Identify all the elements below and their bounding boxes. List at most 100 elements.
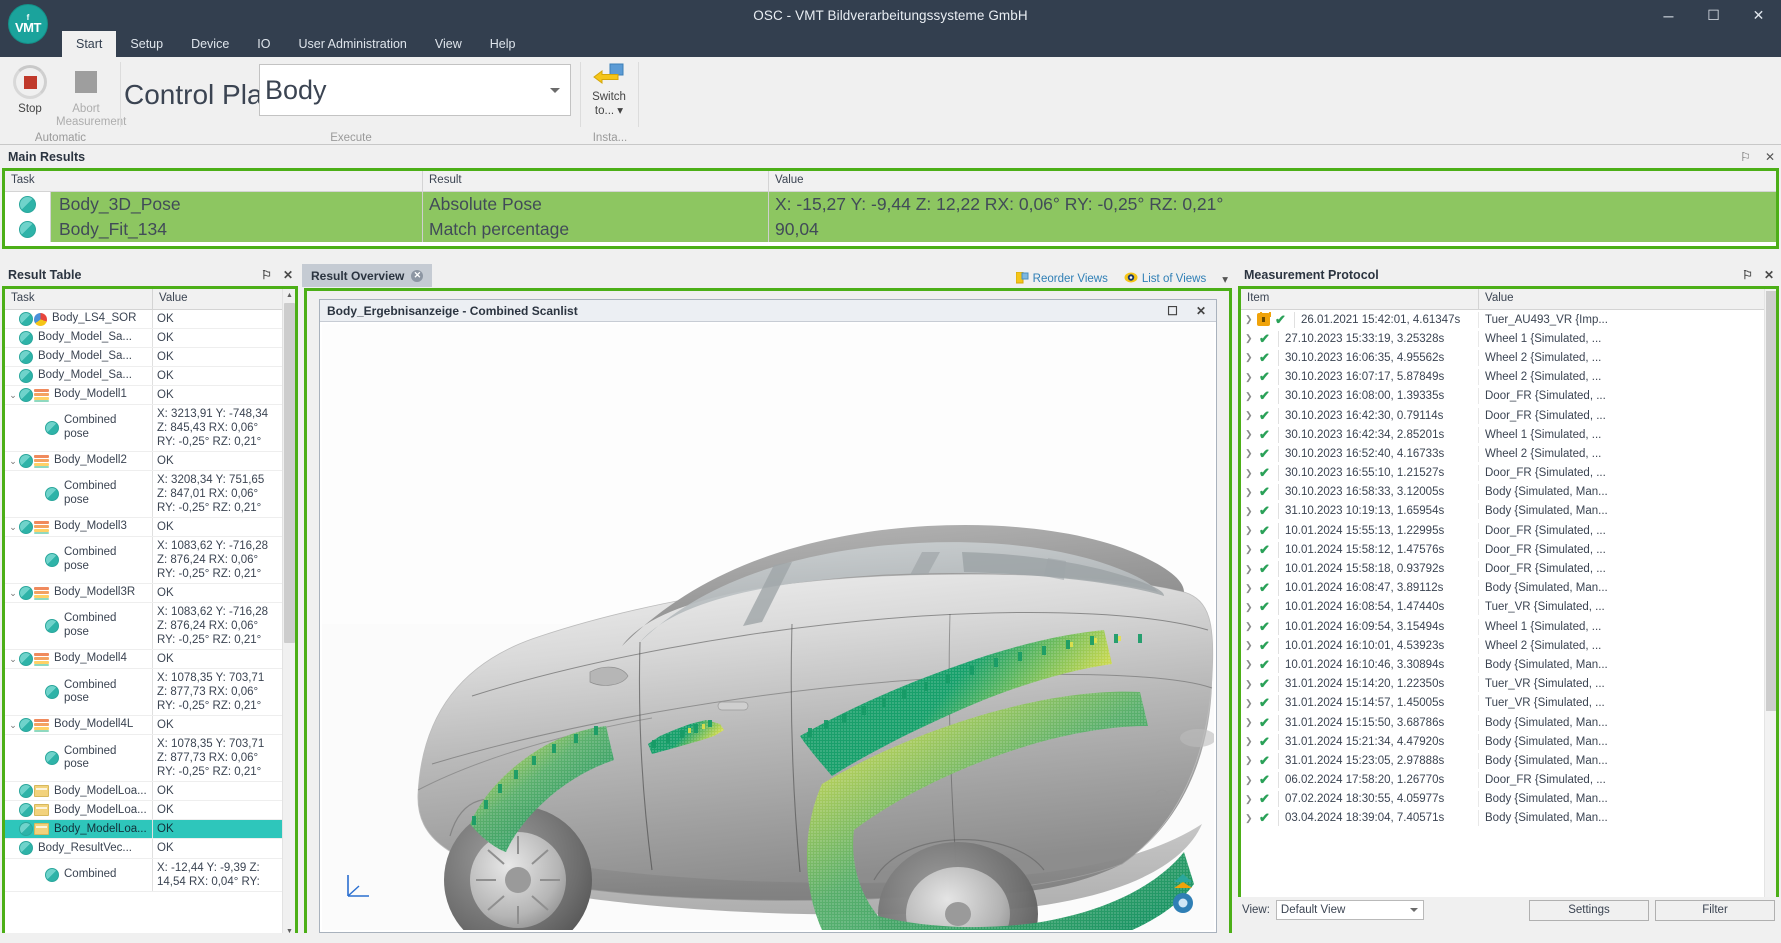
- table-row[interactable]: ⌄Body_Modell3ROK⚐: [5, 584, 295, 603]
- expand-chevron-icon[interactable]: ❯: [1245, 813, 1254, 824]
- expand-chevron-icon[interactable]: ❯: [1245, 314, 1254, 325]
- tab-device[interactable]: Device: [177, 31, 243, 57]
- table-row[interactable]: CombinedX: -12,44 Y: -9,39 Z: 14,54 RX: …: [5, 859, 295, 892]
- table-row[interactable]: Body_Model_Sa...OK⚐: [5, 329, 295, 348]
- expand-chevron-icon[interactable]: ❯: [1245, 640, 1254, 651]
- table-row[interactable]: ❯✔06.02.2024 17:58:20, 1.26770sDoor_FR {…: [1241, 771, 1776, 790]
- table-row[interactable]: ⌄Body_Modell1OK⚐: [5, 386, 295, 405]
- table-row[interactable]: ❯✔30.10.2023 16:08:00, 1.39335sDoor_FR {…: [1241, 387, 1776, 406]
- table-row[interactable]: ❯✔10.01.2024 15:58:12, 1.47576sDoor_FR {…: [1241, 540, 1776, 559]
- expand-chevron-icon[interactable]: ⌄: [7, 456, 19, 467]
- table-row[interactable]: ❯✔03.04.2024 18:39:04, 7.40571sBody {Sim…: [1241, 809, 1776, 828]
- close-icon[interactable]: ✕: [283, 268, 293, 282]
- table-row[interactable]: ❯✔30.10.2023 16:58:33, 3.12005sBody {Sim…: [1241, 483, 1776, 502]
- expand-chevron-icon[interactable]: ❯: [1245, 564, 1254, 575]
- table-row[interactable]: ❯✔31.01.2024 15:14:20, 1.22350sTuer_VR {…: [1241, 675, 1776, 694]
- table-row[interactable]: ⌄Body_Modell2OK⚐: [5, 452, 295, 471]
- column-header-item[interactable]: Item: [1241, 289, 1479, 309]
- table-row[interactable]: Combined poseX: 1083,62 Y: -716,28 Z: 87…: [5, 603, 295, 650]
- table-row[interactable]: ⌄Body_Modell3OK⚐: [5, 518, 295, 537]
- close-icon[interactable]: ✕: [1736, 0, 1781, 31]
- column-header-value[interactable]: Value: [153, 289, 295, 309]
- expand-chevron-icon[interactable]: ❯: [1245, 448, 1254, 459]
- table-row[interactable]: ❯✔30.10.2023 16:42:30, 0.79114sDoor_FR {…: [1241, 406, 1776, 425]
- expand-chevron-icon[interactable]: ⌄: [7, 390, 19, 401]
- expand-chevron-icon[interactable]: ⌄: [7, 522, 19, 533]
- expand-chevron-icon[interactable]: ❯: [1245, 717, 1254, 728]
- expand-chevron-icon[interactable]: ❯: [1245, 372, 1254, 383]
- table-row[interactable]: ❯✔30.10.2023 16:52:40, 4.16733sWheel 2 {…: [1241, 444, 1776, 463]
- table-row[interactable]: Body_Model_Sa...OK⚐: [5, 348, 295, 367]
- tab-start[interactable]: Start: [62, 31, 116, 57]
- pin-icon[interactable]: ⚐: [261, 268, 272, 282]
- table-row[interactable]: ❯✔10.01.2024 16:09:54, 3.15494sWheel 1 {…: [1241, 617, 1776, 636]
- table-row[interactable]: ❯✔10.01.2024 16:10:01, 4.53923sWheel 2 {…: [1241, 636, 1776, 655]
- table-row[interactable]: ❯✔31.01.2024 15:15:50, 3.68786sBody {Sim…: [1241, 713, 1776, 732]
- measurement-protocol-scrollbar[interactable]: [1764, 289, 1776, 905]
- expand-chevron-icon[interactable]: ❯: [1245, 544, 1254, 555]
- switch-to-button[interactable]: Switch to... ▾: [585, 61, 633, 119]
- expand-chevron-icon[interactable]: ❯: [1245, 525, 1254, 536]
- stop-button[interactable]: Stop: [0, 61, 60, 116]
- abort-measurement-button[interactable]: Abort Measurement: [56, 61, 116, 129]
- expand-chevron-icon[interactable]: ❯: [1245, 429, 1254, 440]
- table-row[interactable]: ❯✔10.01.2024 16:08:54, 1.47440sTuer_VR {…: [1241, 598, 1776, 617]
- result-table-scrollbar[interactable]: ▲ ▼: [282, 289, 295, 938]
- table-row[interactable]: Body_ModelLoa...OK⚐: [5, 782, 295, 801]
- expand-chevron-icon[interactable]: ❯: [1245, 621, 1254, 632]
- tab-setup[interactable]: Setup: [116, 31, 177, 57]
- 3d-viewport[interactable]: [322, 324, 1214, 930]
- table-row[interactable]: Body_ResultVec...OK⚐: [5, 839, 295, 858]
- table-row[interactable]: ❯✔10.01.2024 16:10:46, 3.30894sBody {Sim…: [1241, 655, 1776, 674]
- pin-icon[interactable]: ⚐: [1742, 268, 1753, 282]
- table-row[interactable]: ❯✔10.01.2024 15:55:13, 1.22995sDoor_FR {…: [1241, 521, 1776, 540]
- measurement-protocol-rows[interactable]: ❯✔26.01.2021 15:42:01, 4.61347sTuer_AU49…: [1241, 310, 1776, 905]
- table-row[interactable]: Body_Fit_134 Match percentage 90,04: [5, 217, 1776, 242]
- views-dropdown-icon[interactable]: ▾: [1222, 272, 1228, 286]
- tab-help[interactable]: Help: [476, 31, 530, 57]
- tab-result-overview[interactable]: Result Overview ✕: [302, 264, 432, 287]
- table-row[interactable]: Body_3D_Pose Absolute Pose X: -15,27 Y: …: [5, 192, 1776, 217]
- filter-button[interactable]: Filter: [1655, 900, 1775, 921]
- expand-chevron-icon[interactable]: ❯: [1245, 775, 1254, 786]
- tab-user-administration[interactable]: User Administration: [285, 31, 421, 57]
- table-row[interactable]: Body_ModelLoa...OK⚐: [5, 820, 295, 839]
- expand-chevron-icon[interactable]: ❯: [1245, 794, 1254, 805]
- expand-chevron-icon[interactable]: ❯: [1245, 602, 1254, 613]
- table-row[interactable]: Body_ModelLoa...OK⚐: [5, 801, 295, 820]
- view-navigation-icon[interactable]: [1166, 870, 1200, 916]
- table-row[interactable]: Combined poseX: 3208,34 Y: 751,65 Z: 847…: [5, 471, 295, 518]
- view-select[interactable]: Default View: [1276, 900, 1424, 920]
- table-row[interactable]: ❯✔31.10.2023 10:19:13, 1.65954sBody {Sim…: [1241, 502, 1776, 521]
- table-row[interactable]: ❯✔30.10.2023 16:42:34, 2.85201sWheel 1 {…: [1241, 425, 1776, 444]
- tab-close-icon[interactable]: ✕: [411, 270, 423, 282]
- table-row[interactable]: ❯✔10.01.2024 16:08:47, 3.89112sBody {Sim…: [1241, 579, 1776, 598]
- reorder-views-button[interactable]: Reorder Views: [1016, 272, 1108, 287]
- expand-chevron-icon[interactable]: ❯: [1245, 679, 1254, 690]
- maximize-icon[interactable]: ☐: [1691, 0, 1736, 31]
- expand-chevron-icon[interactable]: ⌄: [7, 720, 19, 731]
- table-row[interactable]: Combined poseX: 3213,91 Y: -748,34 Z: 84…: [5, 405, 295, 452]
- table-row[interactable]: ⌄Body_Modell4LOK⚐: [5, 716, 295, 735]
- column-header-task[interactable]: Task: [5, 171, 423, 191]
- close-icon[interactable]: ✕: [1196, 304, 1206, 318]
- table-row[interactable]: ❯✔07.02.2024 18:30:55, 4.05977sBody {Sim…: [1241, 790, 1776, 809]
- table-row[interactable]: Combined poseX: 1078,35 Y: 703,71 Z: 877…: [5, 669, 295, 716]
- expand-chevron-icon[interactable]: ❯: [1245, 352, 1254, 363]
- table-row[interactable]: ⌄Body_Modell4OK⚐: [5, 650, 295, 669]
- expand-chevron-icon[interactable]: ⌄: [7, 654, 19, 665]
- scroll-up-icon[interactable]: ▲: [283, 289, 296, 302]
- expand-chevron-icon[interactable]: ❯: [1245, 583, 1254, 594]
- maximize-icon[interactable]: ☐: [1167, 304, 1178, 318]
- expand-chevron-icon[interactable]: ⌄: [7, 588, 19, 599]
- column-header-value[interactable]: Value: [1479, 289, 1776, 309]
- minimize-icon[interactable]: ─: [1646, 0, 1691, 31]
- expand-chevron-icon[interactable]: ❯: [1245, 468, 1254, 479]
- column-header-result[interactable]: Result: [423, 171, 769, 191]
- expand-chevron-icon[interactable]: ❯: [1245, 410, 1254, 421]
- table-row[interactable]: ❯✔10.01.2024 15:58:18, 0.93792sDoor_FR {…: [1241, 559, 1776, 578]
- scrollbar-thumb[interactable]: [284, 303, 295, 643]
- result-table-rows[interactable]: Body_LS4_SOROK⚐ Body_Model_Sa...OK⚐ Body…: [5, 310, 295, 938]
- table-row[interactable]: ❯✔30.10.2023 16:06:35, 4.95562sWheel 2 {…: [1241, 348, 1776, 367]
- control-plan-combobox[interactable]: Body: [259, 64, 571, 116]
